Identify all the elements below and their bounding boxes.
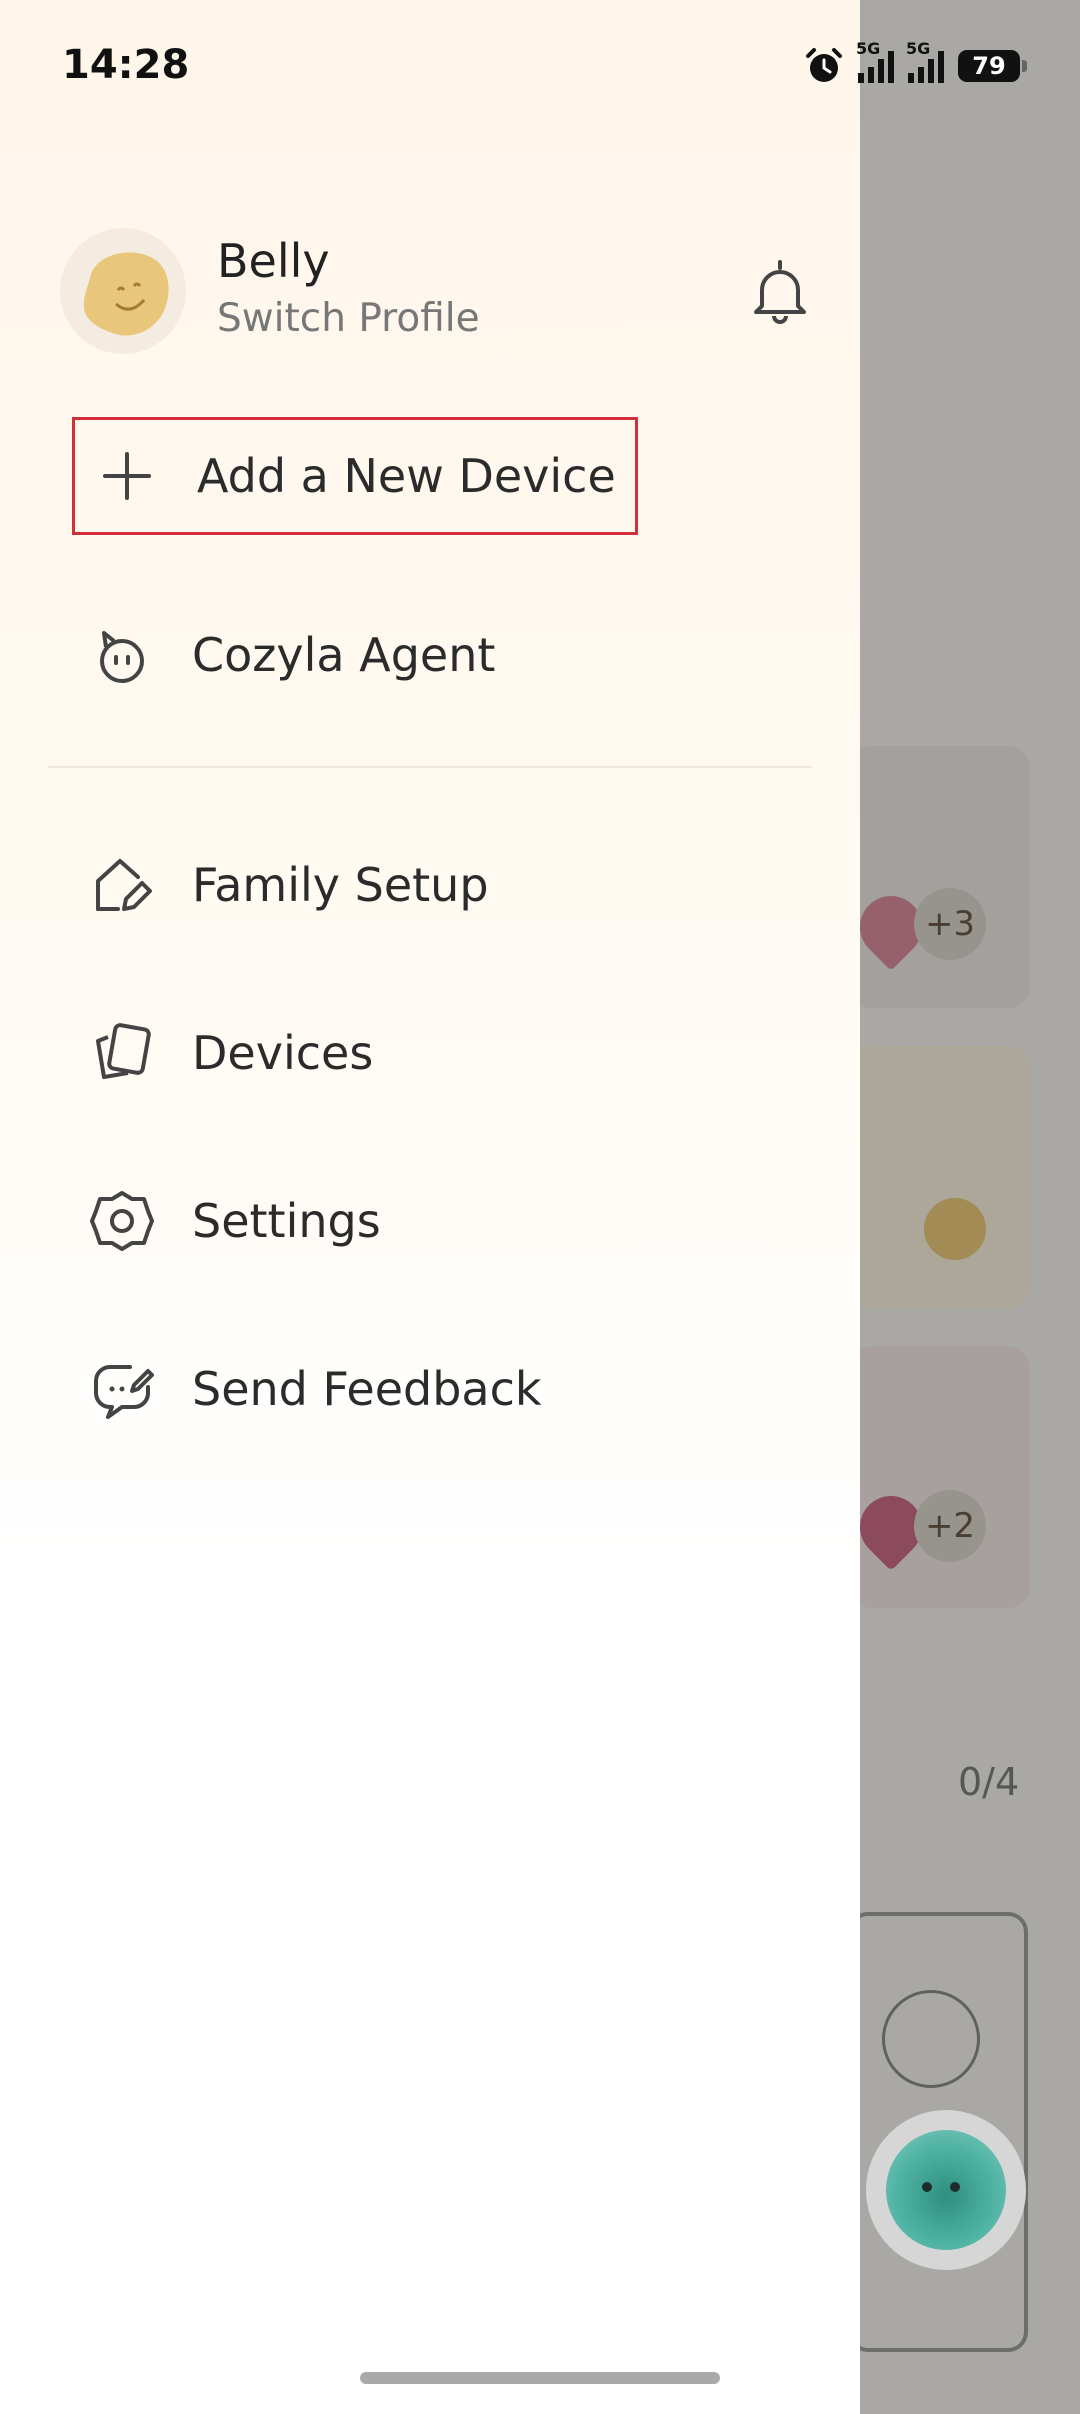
menu-item-devices[interactable]: Devices xyxy=(60,998,740,1108)
gear-icon xyxy=(88,1187,156,1255)
feedback-chat-icon xyxy=(88,1355,156,1423)
menu-divider xyxy=(48,766,812,768)
battery-icon: 79 xyxy=(958,50,1027,82)
menu-item-settings[interactable]: Settings xyxy=(60,1166,740,1276)
house-edit-icon xyxy=(88,851,156,919)
menu-label: Cozyla Agent xyxy=(192,628,496,682)
menu-item-cozyla-agent[interactable]: Cozyla Agent xyxy=(60,600,740,710)
cellular-signal-icon: 5G xyxy=(906,39,944,83)
plus-icon xyxy=(93,442,161,510)
menu-label: Settings xyxy=(192,1194,381,1248)
status-bar: 14:28 5G 5G 79 xyxy=(0,0,1080,135)
cellular-signal-icon: 5G xyxy=(856,39,894,83)
switch-profile-link[interactable]: Switch Profile xyxy=(217,296,480,341)
profile-header[interactable]: Belly Switch Profile xyxy=(60,228,820,358)
menu-item-send-feedback[interactable]: Send Feedback xyxy=(60,1334,740,1444)
add-new-device-label: Add a New Device xyxy=(197,449,616,503)
status-icons: 5G 5G 79 xyxy=(804,39,1027,86)
notification-bell-icon[interactable] xyxy=(740,250,820,330)
agent-face-icon xyxy=(88,621,156,689)
profile-name: Belly xyxy=(217,234,330,288)
assistant-mascot-icon xyxy=(886,2130,1006,2250)
navigation-drawer: Belly Switch Profile Add a New Device Co… xyxy=(0,0,860,2414)
devices-icon xyxy=(88,1019,156,1087)
assistant-fab[interactable] xyxy=(866,2110,1026,2270)
profile-avatar[interactable] xyxy=(60,228,186,354)
menu-label: Devices xyxy=(192,1026,374,1080)
home-indicator[interactable] xyxy=(360,2372,720,2384)
add-new-device-button[interactable]: Add a New Device xyxy=(72,417,638,535)
alarm-clock-icon xyxy=(806,48,842,82)
menu-label: Send Feedback xyxy=(192,1362,542,1416)
status-time: 14:28 xyxy=(62,42,190,88)
menu-label: Family Setup xyxy=(192,858,489,912)
menu-item-family-setup[interactable]: Family Setup xyxy=(60,830,740,940)
